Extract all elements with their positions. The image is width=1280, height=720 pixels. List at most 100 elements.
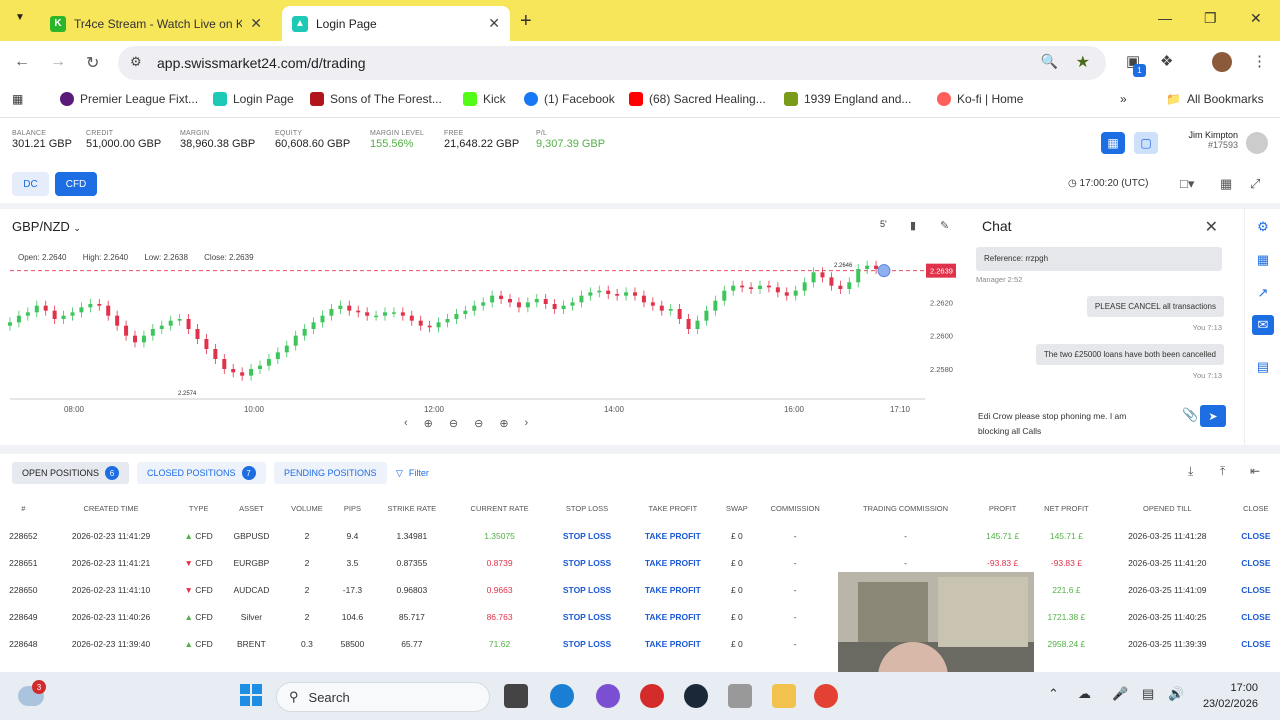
cell-sl[interactable]: STOP LOSS bbox=[547, 549, 626, 576]
collapse-icon[interactable]: ⇤ bbox=[1250, 464, 1260, 478]
bookmark-item[interactable]: Login Page bbox=[213, 92, 294, 106]
close-tab-icon[interactable]: ✕ bbox=[488, 15, 500, 32]
dc-button[interactable]: DC bbox=[12, 172, 49, 196]
tab-pending-positions[interactable]: PENDING POSITIONS bbox=[274, 462, 387, 484]
column-header[interactable]: NET PROFIT bbox=[1030, 494, 1103, 522]
chat-input[interactable]: Edi Crow please stop phoning me. I am bl… bbox=[978, 409, 1158, 439]
chat-icon[interactable]: ✉ bbox=[1252, 315, 1274, 335]
reload-icon[interactable]: ↻ bbox=[86, 53, 99, 73]
column-header[interactable]: TAKE PROFIT bbox=[627, 494, 719, 522]
drawing-tool-icon[interactable]: ✎ bbox=[940, 219, 949, 232]
tab-closed-positions[interactable]: CLOSED POSITIONS 7 bbox=[137, 462, 266, 484]
onedrive-icon[interactable]: ☁ bbox=[1078, 686, 1091, 702]
forward-icon[interactable]: → bbox=[50, 53, 66, 71]
candlestick-chart[interactable]: 2.2639 2.2620 2.2600 2.2580 08:00 10:00 12:00 1… bbox=[0, 239, 968, 415]
system-clock[interactable]: 17:00 23/02/2026 bbox=[1203, 680, 1258, 712]
cell-close[interactable]: CLOSE bbox=[1232, 576, 1280, 603]
window-close-icon[interactable]: ✕ bbox=[1250, 10, 1262, 27]
filter-button[interactable]: ▽ Filter bbox=[386, 462, 439, 484]
table-row[interactable]: 228649 2026-02-23 11:40:26 ▲ CFD Silver 2 104… bbox=[0, 603, 1280, 630]
bookmark-item[interactable]: (68) Sacred Healing... bbox=[629, 92, 766, 106]
cell-tp[interactable]: TAKE PROFIT bbox=[627, 630, 719, 657]
bookmark-item[interactable]: Sons of The Forest... bbox=[310, 92, 442, 106]
column-header[interactable]: COMMISSION bbox=[755, 494, 836, 522]
trend-icon[interactable]: ↗ bbox=[1245, 285, 1280, 301]
column-header[interactable]: SWAP bbox=[719, 494, 755, 522]
app-icon[interactable] bbox=[640, 684, 664, 708]
fullscreen-icon[interactable]: ⤢ bbox=[1250, 176, 1260, 192]
bookmark-item[interactable]: (1) Facebook bbox=[524, 92, 615, 106]
column-header[interactable]: TYPE bbox=[175, 494, 221, 522]
url-text[interactable]: app.swissmarket24.com/d/trading bbox=[157, 55, 366, 71]
calendar-grid-icon[interactable]: ▦ bbox=[1245, 252, 1280, 268]
network-icon[interactable]: ▤ bbox=[1142, 686, 1154, 702]
calculator-icon[interactable]: ▦ bbox=[1220, 176, 1232, 192]
table-row[interactable]: 228651 2026-02-23 11:41:21 ▼ CFD EURGBP 2 3.5… bbox=[0, 549, 1280, 576]
chat-close-icon[interactable]: ✕ bbox=[1205, 217, 1218, 237]
cell-close[interactable]: CLOSE bbox=[1232, 603, 1280, 630]
download-icon[interactable]: ⤓ bbox=[1188, 464, 1193, 479]
site-settings-icon[interactable]: ⚙ bbox=[130, 54, 142, 70]
taskbar-search[interactable]: ⚲ Search bbox=[276, 682, 490, 712]
tab-open-positions[interactable]: OPEN POSITIONS 6 bbox=[12, 462, 130, 484]
cell-sl[interactable]: STOP LOSS bbox=[547, 603, 626, 630]
cell-tp[interactable]: TAKE PROFIT bbox=[627, 522, 719, 549]
column-header[interactable]: ASSET bbox=[222, 494, 281, 522]
restore-icon[interactable]: ❐ bbox=[1204, 10, 1217, 27]
user-info[interactable]: Jim Kimpton #17593 bbox=[1188, 130, 1238, 150]
apps-grid-icon[interactable]: ▦ bbox=[12, 92, 23, 106]
bookmark-item[interactable]: Premier League Fixt... bbox=[60, 92, 198, 106]
column-header[interactable]: PROFIT bbox=[975, 494, 1029, 522]
zoom-out-icon[interactable]: ⊖ bbox=[449, 417, 458, 430]
menu-kebab-icon[interactable]: ⋮ bbox=[1252, 52, 1267, 70]
cell-sl[interactable]: STOP LOSS bbox=[547, 576, 626, 603]
column-header[interactable]: TRADING COMMISSION bbox=[836, 494, 976, 522]
column-header[interactable]: CLOSE bbox=[1232, 494, 1280, 522]
deposit-icon[interactable]: ▦ bbox=[1101, 132, 1125, 154]
task-view-icon[interactable] bbox=[504, 684, 528, 708]
cell-tp[interactable]: TAKE PROFIT bbox=[627, 603, 719, 630]
zoom-icon[interactable]: 🔍 bbox=[1041, 53, 1058, 70]
column-header[interactable]: CURRENT RATE bbox=[452, 494, 547, 522]
address-bar[interactable]: ⚙ app.swissmarket24.com/d/trading 🔍 ★ bbox=[118, 46, 1106, 80]
column-header[interactable]: # bbox=[0, 494, 47, 522]
bookmark-star-icon[interactable]: ★ bbox=[1076, 52, 1090, 72]
pair-selector[interactable]: GBP/NZD ⌄ bbox=[12, 219, 81, 234]
more-bookmarks-icon[interactable]: » bbox=[1120, 92, 1127, 106]
wallet-icon[interactable]: ▢ bbox=[1134, 132, 1158, 154]
cell-sl[interactable]: STOP LOSS bbox=[547, 522, 626, 549]
zoom-in-icon[interactable]: ⊕ bbox=[499, 417, 508, 430]
cell-tp[interactable]: TAKE PROFIT bbox=[627, 576, 719, 603]
cell-close[interactable]: CLOSE bbox=[1232, 630, 1280, 657]
profile-avatar[interactable] bbox=[1212, 52, 1232, 72]
table-row[interactable]: 228650 2026-02-23 11:41:10 ▼ CFD AUDCAD 2 -17… bbox=[0, 576, 1280, 603]
cell-tp[interactable]: TAKE PROFIT bbox=[627, 549, 719, 576]
new-tab-icon[interactable]: + bbox=[520, 10, 532, 33]
layout-icon[interactable]: □▾ bbox=[1180, 176, 1194, 192]
copilot-icon[interactable] bbox=[550, 684, 574, 708]
column-header[interactable]: PIPS bbox=[333, 494, 372, 522]
attach-icon[interactable]: 📎 bbox=[1182, 407, 1198, 423]
minimize-icon[interactable]: — bbox=[1158, 10, 1172, 26]
expand-icon[interactable]: ⤒ bbox=[1220, 464, 1225, 479]
scroll-right-icon[interactable]: › bbox=[525, 417, 529, 430]
column-header[interactable]: VOLUME bbox=[281, 494, 333, 522]
file-explorer-icon[interactable] bbox=[772, 684, 796, 708]
cell-sl[interactable]: STOP LOSS bbox=[547, 630, 626, 657]
chat-app-icon[interactable] bbox=[596, 684, 620, 708]
cfd-button[interactable]: CFD bbox=[55, 172, 97, 196]
scroll-left-icon[interactable]: ‹ bbox=[404, 417, 408, 430]
column-header[interactable]: STRIKE RATE bbox=[372, 494, 452, 522]
zoom-fit-icon[interactable]: ⊖ bbox=[474, 417, 483, 430]
zoom-reset-icon[interactable]: ⊕ bbox=[424, 417, 433, 430]
steam-icon[interactable] bbox=[684, 684, 708, 708]
table-row[interactable]: 228652 2026-02-23 11:41:29 ▲ CFD GBPUSD 2 9.4… bbox=[0, 522, 1280, 549]
tab-tr4ce-stream[interactable]: K Tr4ce Stream - Watch Live on K ✕ bbox=[40, 6, 272, 41]
all-bookmarks[interactable]: 📁 All Bookmarks bbox=[1166, 92, 1264, 106]
settings-toggle-icon[interactable]: ⚙ bbox=[1245, 219, 1280, 235]
bookmark-item[interactable]: Kick bbox=[463, 92, 506, 106]
windows-start-icon[interactable] bbox=[240, 684, 262, 706]
calendar-icon[interactable]: ▤ bbox=[1245, 359, 1280, 375]
bookmark-item[interactable]: 1939 England and... bbox=[784, 92, 911, 106]
volume-icon[interactable]: 🔊 bbox=[1168, 686, 1184, 702]
